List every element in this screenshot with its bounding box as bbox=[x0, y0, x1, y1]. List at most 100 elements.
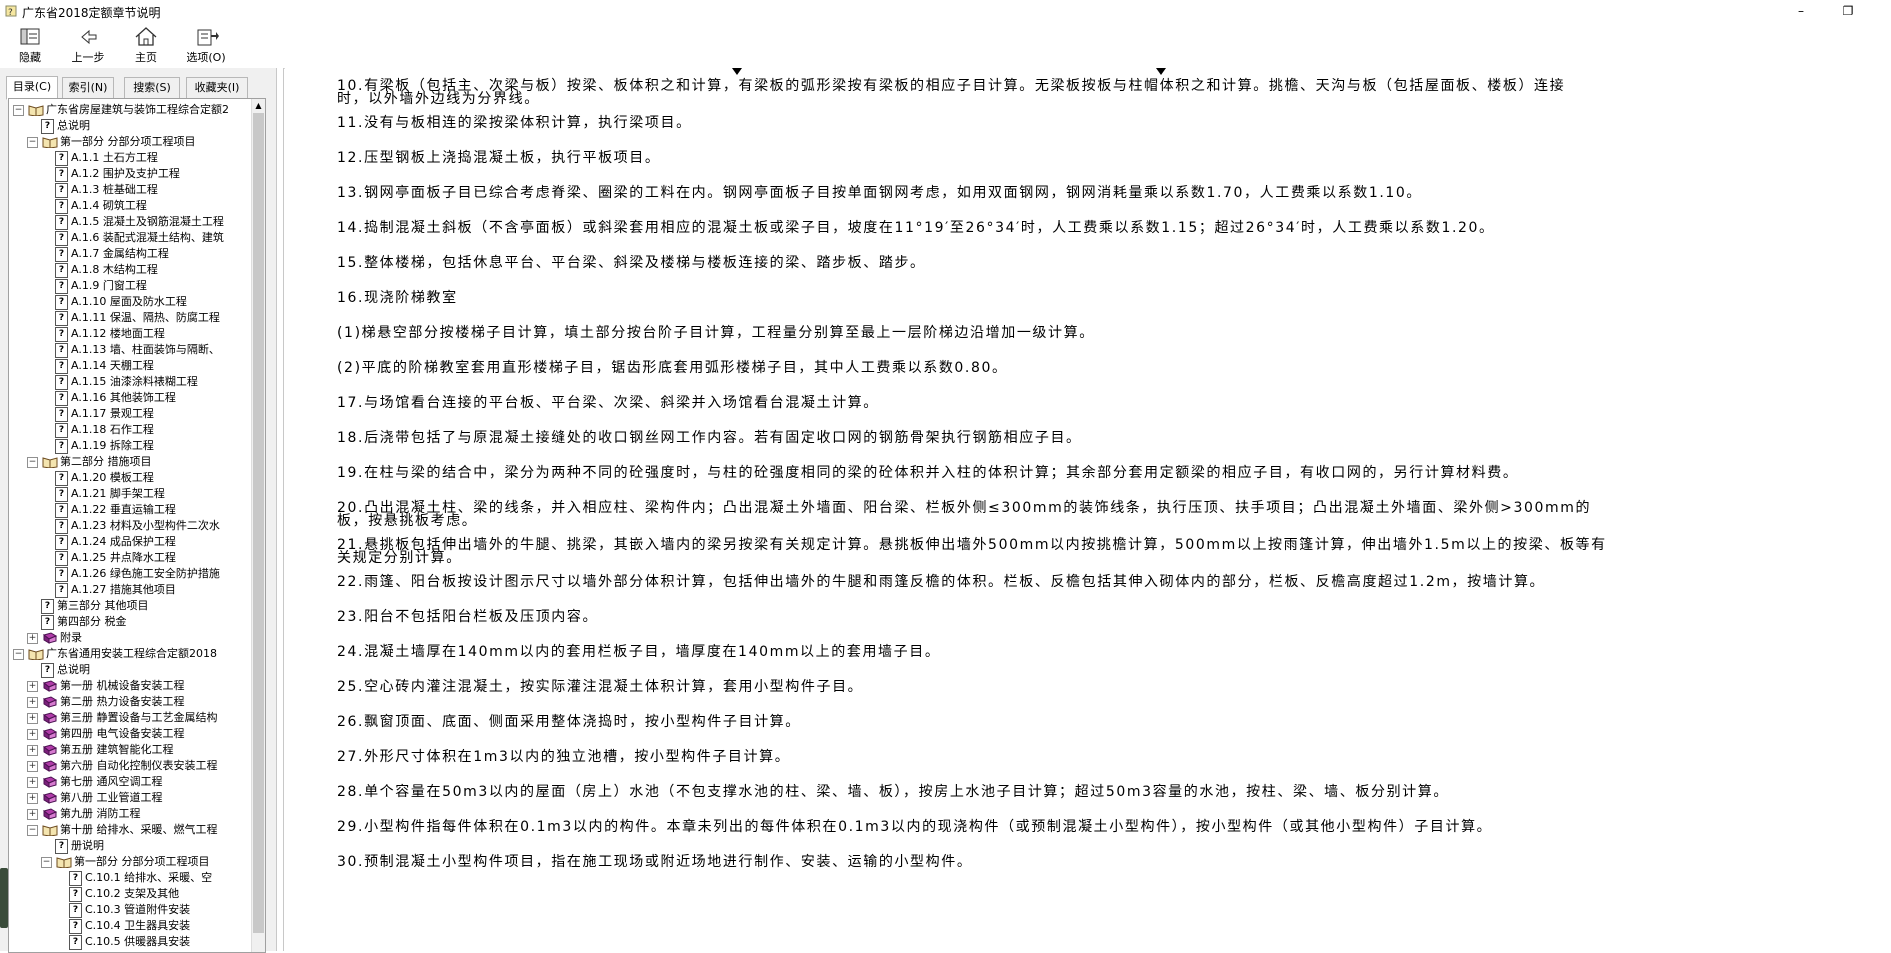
tree-item[interactable]: ? A.1.22 垂直运输工程 bbox=[55, 502, 176, 518]
options-button[interactable]: 选项(O) bbox=[176, 24, 236, 66]
tree-item[interactable]: ? C.10.4 卫生器具安装 bbox=[69, 918, 190, 934]
expand-icon[interactable]: + bbox=[27, 712, 38, 724]
tree-item[interactable]: ? A.1.27 措施其他项目 bbox=[55, 582, 176, 598]
tree-item[interactable]: + 第七册 通风空调工程 bbox=[27, 774, 163, 790]
collapse-icon[interactable]: − bbox=[27, 136, 38, 148]
collapse-icon[interactable]: − bbox=[13, 648, 24, 660]
tree-item[interactable]: ? A.1.6 装配式混凝土结构、建筑 bbox=[55, 230, 224, 246]
tree-item[interactable]: ? A.1.9 门窗工程 bbox=[55, 278, 147, 294]
home-button[interactable]: 主页 bbox=[116, 24, 176, 66]
tree-item[interactable]: ? A.1.7 金属结构工程 bbox=[55, 246, 169, 262]
back-button[interactable]: 上一步 bbox=[58, 24, 118, 66]
expand-icon[interactable]: + bbox=[27, 808, 38, 820]
expand-icon[interactable]: + bbox=[27, 728, 38, 740]
paragraph-line: 27.外形尺寸体积在1m3以内的独立池槽，按小型构件子目计算。 bbox=[337, 749, 791, 765]
tree-item[interactable]: ? A.1.18 石作工程 bbox=[55, 422, 154, 438]
expand-icon[interactable]: + bbox=[27, 776, 38, 788]
tab-favorites[interactable]: 收藏夹(I) bbox=[186, 77, 248, 99]
tree-item-label: A.1.10 屋面及防水工程 bbox=[71, 295, 187, 308]
tree-item[interactable]: ? A.1.10 屋面及防水工程 bbox=[55, 294, 187, 310]
expand-icon[interactable]: + bbox=[27, 680, 38, 692]
tree-item[interactable]: − 第一部分 分部分项工程项目 bbox=[41, 854, 210, 870]
collapse-icon[interactable]: − bbox=[27, 824, 38, 836]
tree-item[interactable]: + 第三册 静置设备与工艺金属结构 bbox=[27, 710, 218, 726]
tree-item[interactable]: − 第一部分 分部分项工程项目 bbox=[27, 134, 196, 150]
tree-item[interactable]: + 第二册 热力设备安装工程 bbox=[27, 694, 185, 710]
paragraph-line: (1)梯悬空部分按楼梯子目计算，填土部分按台阶子目计算，工程量分别算至最上一层阶… bbox=[337, 325, 1095, 341]
tree-item[interactable]: ? C.10.3 管道附件安装 bbox=[69, 902, 190, 918]
tree-item[interactable]: ? 总说明 bbox=[41, 662, 90, 678]
tree-item-label: 第四部分 税金 bbox=[57, 615, 127, 628]
tree-item[interactable]: ? C.10.2 支架及其他 bbox=[69, 886, 179, 902]
tree-item[interactable]: + 第五册 建筑智能化工程 bbox=[27, 742, 174, 758]
tree-item[interactable]: ? 第三部分 其他项目 bbox=[41, 598, 149, 614]
tree-item[interactable]: − 第十册 给排水、采暖、燃气工程 bbox=[27, 822, 218, 838]
tree-item[interactable]: ? C.10.5 供暖器具安装 bbox=[69, 934, 190, 950]
tree-item[interactable]: ? A.1.2 围护及支护工程 bbox=[55, 166, 180, 182]
tree-item[interactable]: ? A.1.25 井点降水工程 bbox=[55, 550, 176, 566]
tab-contents[interactable]: 目录(C) bbox=[6, 76, 58, 100]
tree-item[interactable]: ? A.1.19 拆除工程 bbox=[55, 438, 154, 454]
tree-item[interactable]: ? 册说明 bbox=[55, 838, 104, 854]
tree-scrollbar[interactable]: ▲ bbox=[251, 99, 265, 952]
restore-button[interactable]: ❐ bbox=[1825, 0, 1871, 22]
tree-item[interactable]: ? 总说明 bbox=[41, 118, 90, 134]
scroll-up-icon[interactable]: ▲ bbox=[252, 99, 265, 113]
content-paragraph: 27.外形尺寸体积在1m3以内的独立池槽，按小型构件子目计算。 bbox=[337, 749, 1837, 765]
help-page-icon: ? bbox=[55, 550, 68, 566]
pane-splitter[interactable] bbox=[277, 68, 284, 951]
tree-item[interactable]: ? A.1.4 砌筑工程 bbox=[55, 198, 147, 214]
tree-item[interactable]: ? A.1.15 油漆涂料裱糊工程 bbox=[55, 374, 198, 390]
tree-item-label: 第五册 建筑智能化工程 bbox=[60, 743, 174, 756]
tree-item-label: A.1.6 装配式混凝土结构、建筑 bbox=[71, 231, 224, 244]
tree-item[interactable]: ? A.1.3 桩基础工程 bbox=[55, 182, 158, 198]
tree-item[interactable]: + 附录 bbox=[27, 630, 82, 646]
tree-item[interactable]: ? A.1.20 模板工程 bbox=[55, 470, 154, 486]
content-paragraph: 28.单个容量在50m3以内的屋面（房上）水池（不包支撑水池的柱、梁、墙、板），… bbox=[337, 785, 1837, 799]
tree-item[interactable]: ? A.1.13 墙、柱面装饰与隔断、 bbox=[55, 342, 220, 358]
tree-item-label: A.1.26 绿色施工安全防护措施 bbox=[71, 567, 220, 580]
tab-search[interactable]: 搜索(S) bbox=[124, 77, 180, 99]
help-page-icon: ? bbox=[55, 150, 68, 166]
tree-item[interactable]: ? A.1.26 绿色施工安全防护措施 bbox=[55, 566, 220, 582]
tree-item[interactable]: − 广东省通用安装工程综合定额2018 bbox=[13, 646, 217, 662]
tree-item[interactable]: ? A.1.5 混凝土及钢筋混凝土工程 bbox=[55, 214, 224, 230]
tree-item[interactable]: ? A.1.21 脚手架工程 bbox=[55, 486, 165, 502]
tree-item-label: A.1.25 井点降水工程 bbox=[71, 551, 176, 564]
tree-item[interactable]: + 第九册 消防工程 bbox=[27, 806, 141, 822]
tree-item[interactable]: ? A.1.8 木结构工程 bbox=[55, 262, 158, 278]
tree-item[interactable]: ? 第四部分 税金 bbox=[41, 614, 127, 630]
tree-item[interactable]: ? A.1.1 土石方工程 bbox=[55, 150, 158, 166]
paragraph-line: 12.压型钢板上浇捣混凝土板，执行平板项目。 bbox=[337, 150, 661, 166]
collapse-icon[interactable]: − bbox=[13, 104, 24, 116]
tree-item[interactable]: + 第八册 工业管道工程 bbox=[27, 790, 163, 806]
expand-icon[interactable]: + bbox=[27, 632, 38, 644]
tree-item[interactable]: ? A.1.17 景观工程 bbox=[55, 406, 154, 422]
contents-tree[interactable]: ▲ − 广东省房屋建筑与装饰工程综合定额2? 总说明 − 第一部分 分部分项工程项目? A… bbox=[8, 98, 266, 953]
tree-item[interactable]: + 第六册 自动化控制仪表安装工程 bbox=[27, 758, 218, 774]
tree-item-label: A.1.2 围护及支护工程 bbox=[71, 167, 180, 180]
minimize-button[interactable]: – bbox=[1778, 0, 1824, 22]
tree-item[interactable]: + 第一册 机械设备安装工程 bbox=[27, 678, 185, 694]
expand-icon[interactable]: + bbox=[27, 760, 38, 772]
collapse-icon[interactable]: − bbox=[41, 856, 52, 868]
tree-item[interactable]: ? A.1.11 保温、隔热、防腐工程 bbox=[55, 310, 220, 326]
tree-item[interactable]: + 第四册 电气设备安装工程 bbox=[27, 726, 185, 742]
tree-item[interactable]: − 广东省房屋建筑与装饰工程综合定额2 bbox=[13, 102, 229, 118]
scroll-thumb[interactable] bbox=[253, 113, 264, 933]
tree-item[interactable]: ? A.1.16 其他装饰工程 bbox=[55, 390, 176, 406]
expand-icon[interactable]: + bbox=[27, 792, 38, 804]
tree-item[interactable]: ? C.10.1 给排水、采暖、空 bbox=[69, 870, 212, 886]
help-page-icon: ? bbox=[69, 918, 82, 934]
tree-item[interactable]: ? A.1.24 成品保护工程 bbox=[55, 534, 176, 550]
tree-item[interactable]: − 第二部分 措施项目 bbox=[27, 454, 152, 470]
collapse-icon[interactable]: − bbox=[27, 456, 38, 468]
tab-index[interactable]: 索引(N) bbox=[62, 77, 114, 99]
expand-icon[interactable]: + bbox=[27, 744, 38, 756]
tree-item[interactable]: ? A.1.12 楼地面工程 bbox=[55, 326, 165, 342]
tree-item[interactable]: ? A.1.23 材料及小型构件二次水 bbox=[55, 518, 220, 534]
tree-item[interactable]: ? A.1.14 天棚工程 bbox=[55, 358, 154, 374]
hide-button[interactable]: 隐藏 bbox=[0, 24, 60, 66]
expand-icon[interactable]: + bbox=[27, 696, 38, 708]
tree-item-label: 第三部分 其他项目 bbox=[57, 599, 149, 612]
